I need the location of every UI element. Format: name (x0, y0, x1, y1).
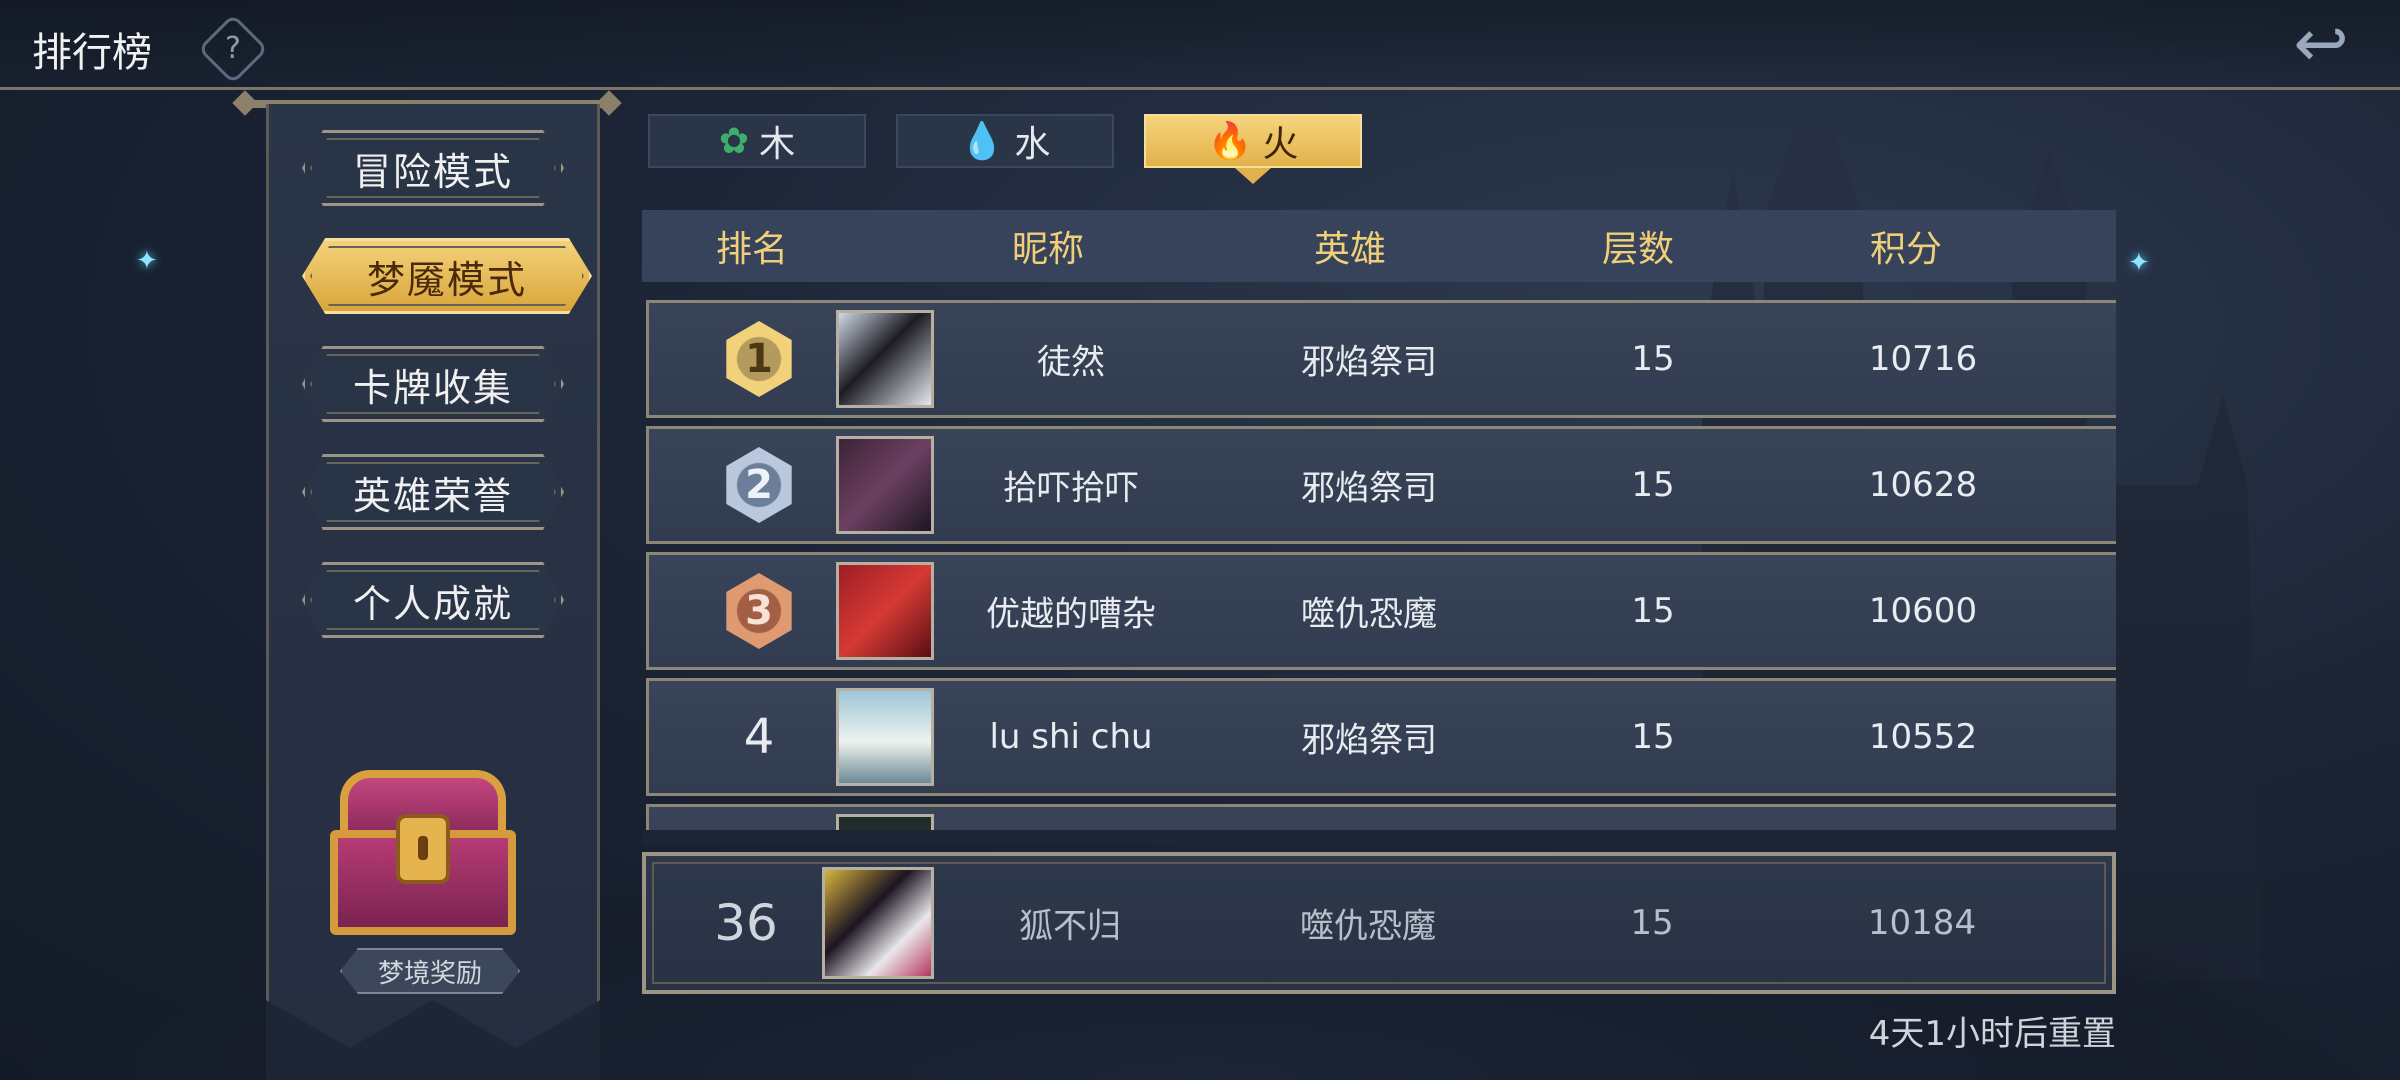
score: 10552 (1868, 717, 1978, 757)
help-icon[interactable]: ? (197, 13, 269, 85)
tab-wood[interactable]: ✿ 木 (648, 114, 866, 168)
gold-medal-icon: 1 (726, 321, 792, 397)
avatar (836, 436, 934, 534)
table-row[interactable]: 2 拾吓拾吓 邪焰祭司 15 10628 (646, 426, 2116, 544)
top-bar: 排行榜 ? ↩ (0, 0, 2400, 90)
reward-label[interactable]: 梦境奖励 (340, 948, 520, 994)
star-decoration: ✦ (136, 246, 158, 276)
water-drop-icon: 💧 (959, 121, 1005, 162)
floors: 15 (1631, 465, 1675, 505)
flame-icon: 🔥 (1207, 121, 1253, 162)
mode-button-achievements[interactable]: 个人成就 (302, 562, 564, 638)
score: 10628 (1868, 465, 1978, 505)
header-rank: 排名 (715, 229, 789, 270)
header-floors: 层数 (1601, 229, 1675, 270)
floors: 15 (1631, 717, 1675, 757)
hero-name: 噬仇恐魔 (1300, 906, 1436, 947)
hero-name: 噬仇恐魔 (1301, 594, 1437, 635)
floors: 15 (1631, 591, 1675, 631)
header-hero: 英雄 (1313, 229, 1387, 270)
tab-water[interactable]: 💧 水 (896, 114, 1114, 168)
nickname: 拾吓拾吓 (1003, 468, 1139, 509)
treasure-chest-icon[interactable] (330, 770, 516, 940)
star-decoration: ✦ (2128, 248, 2150, 278)
rank-number: 36 (714, 894, 778, 952)
header-nickname: 昵称 (1011, 229, 1085, 270)
tab-fire[interactable]: 🔥 火 (1144, 114, 1362, 168)
chest-lock (396, 814, 450, 884)
self-rank-row[interactable]: 36 狐不归 噬仇恐魔 15 10184 (642, 852, 2116, 994)
floors: 15 (1630, 903, 1674, 943)
tab-label: 水 (1014, 124, 1051, 165)
silver-medal-icon: 2 (726, 447, 792, 523)
hero-name: 邪焰祭司 (1301, 468, 1437, 509)
table-row[interactable]: 4 lu shi chu 邪焰祭司 15 10552 (646, 678, 2116, 796)
avatar (836, 562, 934, 660)
table-header: 排名 昵称 英雄 层数 积分 (642, 210, 2116, 282)
tab-label: 木 (759, 124, 796, 165)
score: 10600 (1868, 591, 1978, 631)
floors: 15 (1631, 339, 1675, 379)
table-row[interactable]: 3 优越的嘈杂 噬仇恐魔 15 10600 (646, 552, 2116, 670)
help-icon-glyph: ? (225, 31, 241, 66)
table-row[interactable]: 1 徒然 邪焰祭司 15 10716 (646, 300, 2116, 418)
tab-label: 火 (1262, 124, 1299, 165)
mode-button-card-collection[interactable]: 卡牌收集 (302, 346, 564, 422)
header-score: 积分 (1869, 229, 1943, 270)
nickname: lu shi chu (989, 717, 1153, 757)
avatar (836, 310, 934, 408)
hero-name: 邪焰祭司 (1301, 720, 1437, 761)
reset-countdown: 4天1小时后重置 (1868, 1014, 2116, 1054)
page-title: 排行榜 (32, 30, 152, 76)
avatar (836, 688, 934, 786)
back-arrow-icon[interactable]: ↩ (2276, 11, 2366, 77)
leaf-icon: ✿ (718, 120, 750, 162)
mode-button-nightmare[interactable]: 梦魇模式 (302, 238, 592, 314)
nickname: 优越的嘈杂 (986, 594, 1156, 635)
hero-name: 邪焰祭司 (1301, 342, 1437, 383)
mode-button-adventure[interactable]: 冒险模式 (302, 130, 564, 206)
avatar (822, 867, 934, 979)
bronze-medal-icon: 3 (726, 573, 792, 649)
nickname: 徒然 (1037, 342, 1105, 383)
nickname: 狐不归 (1019, 906, 1121, 947)
score: 10716 (1868, 339, 1978, 379)
list-divider (642, 830, 2116, 844)
mode-button-hero-honor[interactable]: 英雄荣誉 (302, 454, 564, 530)
leaderboard-list[interactable]: 1 徒然 邪焰祭司 15 10716 2 拾吓拾吓 邪焰祭司 15 10628 … (646, 298, 2116, 838)
score: 10184 (1867, 903, 1977, 943)
rank-number: 4 (743, 709, 775, 765)
